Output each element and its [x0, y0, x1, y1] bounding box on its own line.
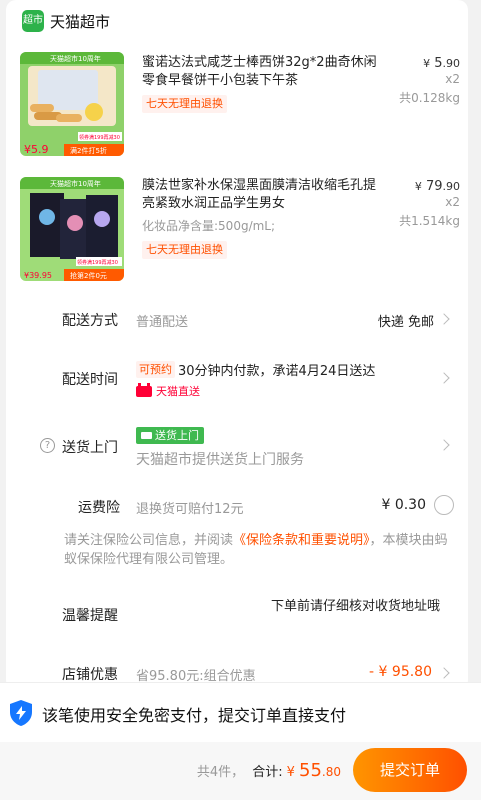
- product-item[interactable]: 天猫超市10周年 领券满199再减30 ¥39.95 抢第2件0元 膜法世家补水…: [20, 177, 460, 287]
- product-image[interactable]: 天猫超市10周年 领券满199再减30 ¥39.95 抢第2件0元: [20, 177, 124, 281]
- checkout-bar: 共4件， 合计: ¥ 55.80 提交订单: [0, 742, 481, 800]
- product-price: ¥ 5.90: [423, 56, 460, 71]
- reminder-label: 温馨提醒: [62, 608, 118, 624]
- thumb-price: ¥39.95: [24, 271, 52, 280]
- product-spec: 化妆品净含量:500g/mL;: [142, 219, 276, 233]
- shipping-insurance-label: 运费险: [78, 500, 120, 516]
- thumb-price: ¥5.9: [24, 143, 49, 156]
- door-delivery-label: 送货上门: [62, 440, 118, 456]
- product-weight: 共1.514kg: [399, 214, 460, 228]
- shipping-insurance-price: ¥ 0.30: [381, 497, 426, 513]
- shield-icon: [10, 700, 32, 726]
- insurance-terms-link[interactable]: 《保险条款和重要说明》: [233, 533, 370, 548]
- door-delivery-desc: 天猫超市提供送货上门服务: [136, 452, 304, 468]
- thumb-footer: 抢第2件0元: [70, 271, 107, 280]
- delivery-time-info: 可预约 30分钟内付款，承诺4月24日送达: [136, 360, 375, 379]
- reservable-badge: 可预约: [136, 361, 175, 378]
- item-count: 共4件，: [196, 765, 245, 780]
- thumb-promo: 领券满199再减30: [79, 134, 120, 141]
- delivery-method-label: 配送方式: [62, 313, 118, 329]
- thumb-banner: 天猫超市10周年: [50, 54, 101, 63]
- order-total: 共4件， 合计: ¥ 55.80: [197, 760, 341, 781]
- store-name[interactable]: 天猫超市: [50, 11, 110, 32]
- product-weight: 共0.128kg: [399, 91, 460, 105]
- tmall-supermarket-logo: 超市: [22, 10, 44, 32]
- secure-payment-text: 该笔使用安全免密支付，提交订单直接支付: [42, 706, 347, 725]
- store-header: 超市 天猫超市: [22, 10, 110, 32]
- secure-payment-bar: 该笔使用安全免密支付，提交订单直接支付: [0, 682, 481, 742]
- door-delivery-badge: 送货上门: [136, 427, 204, 444]
- return-policy-tag: 七天无理由退换: [142, 241, 227, 259]
- delivery-time-label: 配送时间: [62, 372, 118, 388]
- product-qty: x2: [445, 195, 460, 209]
- tmall-cat-icon: [136, 382, 152, 397]
- thumb-promo: 领券满199再减30: [77, 259, 118, 266]
- submit-order-button[interactable]: 提交订单: [353, 748, 467, 792]
- product-item[interactable]: 天猫超市10周年 领券满199再减30 ¥5.9 满2件打5折 蜜诺达法式咸芝士…: [20, 52, 460, 162]
- insurance-checkbox[interactable]: [434, 495, 454, 515]
- reminder-text: 下单前请仔细核对收货地址哦: [270, 599, 440, 614]
- delivery-method-fee: 快递 免邮: [377, 315, 434, 330]
- delivery-promise-text: 30分钟内付款，承诺4月24日送达: [178, 364, 376, 379]
- product-title[interactable]: 膜法世家补水保湿黑面膜清洁收缩毛孔提亮紧致水润正品学生男女: [142, 177, 387, 213]
- chevron-right-icon[interactable]: [438, 667, 450, 679]
- shop-discount-amount: - ¥ 95.80: [369, 664, 432, 680]
- chevron-right-icon[interactable]: [438, 372, 450, 384]
- tmall-direct-label: 天猫直送: [156, 385, 200, 398]
- product-title[interactable]: 蜜诺达法式咸芝士棒西饼32g*2曲奇休闲零食早餐饼干小包装下午茶: [142, 54, 387, 90]
- order-card: 超市 天猫超市 天猫超市10周年 领券满199再减30 ¥5.9 满2件打5折: [6, 0, 468, 690]
- product-qty: x2: [445, 72, 460, 86]
- product-image[interactable]: 天猫超市10周年 领券满199再减30 ¥5.9 满2件打5折: [20, 52, 124, 156]
- shipping-insurance-desc: 退换货可赔付12元: [136, 502, 244, 517]
- insurance-notice: 请关注保险公司信息，并阅读《保险条款和重要说明》，本模块由蚂蚁保保险代理有限公司…: [64, 533, 448, 567]
- delivery-method-value: 普通配送: [136, 315, 189, 330]
- tmall-direct-tag: 天猫直送: [136, 382, 200, 399]
- thumb-banner: 天猫超市10周年: [50, 179, 101, 188]
- chevron-right-icon[interactable]: [438, 313, 450, 325]
- chevron-right-icon[interactable]: [438, 439, 450, 451]
- shop-discount-label: 店铺优惠: [62, 667, 118, 683]
- return-policy-tag: 七天无理由退换: [142, 95, 227, 113]
- help-icon[interactable]: ?: [40, 438, 55, 453]
- total-amount: ¥ 55.80: [286, 760, 341, 781]
- total-label: 合计:: [252, 765, 283, 780]
- product-price: ¥ 79.90: [414, 179, 460, 194]
- thumb-footer: 满2件打5折: [70, 146, 107, 155]
- truck-icon: [141, 432, 152, 439]
